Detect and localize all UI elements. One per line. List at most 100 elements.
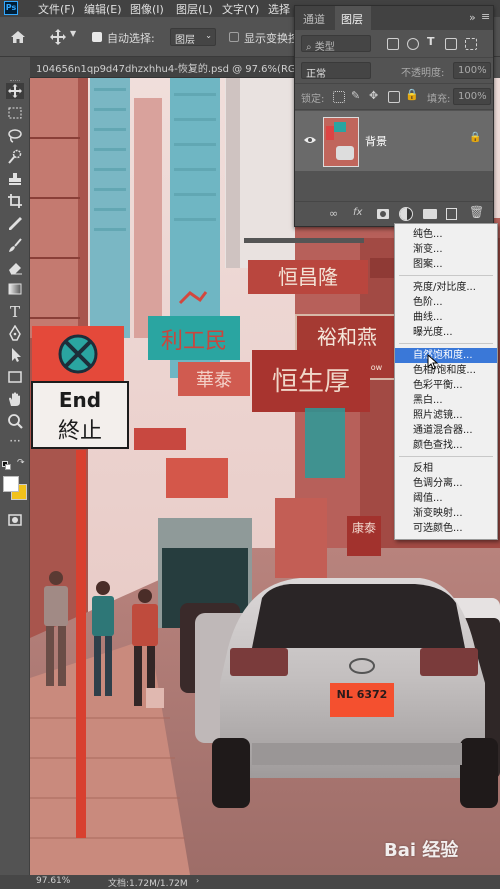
eyedropper-icon (9, 217, 22, 230)
layer-row[interactable]: 背景 🔒 (295, 111, 493, 171)
tab-layers[interactable]: 图层 (341, 11, 363, 27)
hand-icon (9, 392, 20, 406)
menu-item-gradient-map[interactable]: 渐变映射... (395, 506, 497, 521)
filter-shape-icon[interactable] (445, 38, 457, 50)
pen-tool[interactable] (6, 324, 24, 341)
pen-icon (9, 324, 21, 341)
menu-item-selective-color[interactable]: 可选颜色... (395, 521, 497, 536)
chevron-down-icon[interactable]: ▼ (70, 29, 76, 38)
menu-item-photo-filter[interactable]: 照片滤镜... (395, 408, 497, 423)
filter-adjustment-icon[interactable] (407, 38, 419, 50)
layer-name[interactable]: 背景 (365, 133, 387, 149)
swap-colors-icon[interactable]: ↷ (17, 459, 26, 468)
mask-icon[interactable] (377, 209, 389, 219)
quick-mask-tool[interactable] (6, 512, 24, 528)
fx-icon[interactable]: fx (353, 207, 362, 218)
eyedropper-tool[interactable] (6, 215, 24, 231)
menu-item-black-white[interactable]: 黑白... (395, 393, 497, 408)
opacity-value: 100% (458, 65, 487, 76)
folder-icon[interactable] (423, 209, 437, 219)
auto-select-checkbox[interactable] (92, 32, 102, 42)
filter-pixel-icon[interactable] (387, 38, 399, 50)
move-tool-icon[interactable] (50, 29, 66, 45)
fill-input[interactable]: 100% (453, 88, 491, 105)
menu-item-levels[interactable]: 色阶... (395, 295, 497, 310)
gradient-tool[interactable] (6, 281, 24, 297)
home-icon[interactable] (10, 30, 26, 44)
photoshop-logo-icon[interactable]: Ps (4, 1, 18, 15)
status-chevron-icon[interactable]: › (196, 876, 199, 885)
filter-smart-object-icon[interactable] (465, 38, 477, 50)
menu-item-invert[interactable]: 反相 (395, 461, 497, 476)
menu-layer[interactable]: 图层(L) (176, 1, 213, 17)
zoom-icon (8, 414, 23, 429)
menu-file[interactable]: 文件(F) (38, 1, 75, 17)
eye-icon[interactable] (303, 135, 317, 145)
hand-tool[interactable] (6, 391, 24, 407)
menu-item-color-balance[interactable]: 色彩平衡... (395, 378, 497, 393)
menu-item-vibrance[interactable]: 自然饱和度... (395, 348, 497, 363)
blend-mode-dropdown[interactable]: 正常 (301, 62, 371, 80)
adjustment-icon[interactable] (399, 207, 413, 221)
lock-image-icon[interactable]: ✎ (351, 89, 360, 102)
opacity-input[interactable]: 100% (453, 62, 491, 79)
menu-item-gradient[interactable]: 渐变... (395, 242, 497, 257)
menu-item-solid-color[interactable]: 纯色... (395, 227, 497, 242)
zoom-level[interactable]: 97.61% (36, 876, 70, 886)
collapse-icon[interactable]: » (469, 11, 476, 24)
link-icon[interactable]: ∞ (329, 207, 338, 220)
menu-image[interactable]: 图像(I) (130, 1, 164, 17)
default-colors-icon[interactable] (2, 461, 11, 470)
menu-item-posterize[interactable]: 色调分离... (395, 476, 497, 491)
trash-icon[interactable]: 🗑 (469, 205, 484, 219)
crop-tool[interactable] (6, 193, 24, 209)
lasso-icon (8, 129, 22, 143)
street-sign-line2: 終止 (58, 419, 102, 444)
stamp-tool[interactable] (6, 171, 24, 187)
layer-lock-icon: 🔒 (469, 132, 482, 143)
sign-b-text: 裕和燕 (317, 325, 377, 349)
type-icon: T (10, 303, 20, 321)
lock-label: 锁定: (301, 94, 325, 105)
zoom-tool[interactable] (6, 413, 24, 429)
blend-row: 正常 不透明度: 100% (295, 57, 493, 84)
watermark: Bai 经验 (384, 840, 459, 861)
menu-item-curves[interactable]: 曲线... (395, 310, 497, 325)
menu-edit[interactable]: 编辑(E) (84, 1, 122, 17)
eraser-tool[interactable] (6, 259, 24, 275)
menu-item-pattern[interactable]: 图案... (395, 257, 497, 272)
show-transform-checkbox[interactable] (229, 32, 239, 42)
foreground-color-swatch[interactable] (3, 476, 19, 492)
rectangle-tool[interactable] (6, 369, 24, 385)
quick-select-tool[interactable] (6, 149, 24, 165)
type-tool[interactable]: T (6, 303, 24, 321)
menu-item-color-lookup[interactable]: 颜色查找... (395, 438, 497, 453)
menu-item-threshold[interactable]: 阈值... (395, 491, 497, 506)
menu-select[interactable]: 选择 (268, 1, 290, 17)
lasso-tool[interactable] (6, 127, 24, 143)
new-layer-icon[interactable] (446, 208, 457, 220)
brush-tool[interactable] (6, 237, 24, 253)
sign-d-text: 華泰 (196, 370, 232, 391)
lock-transparent-icon[interactable] (333, 91, 345, 103)
tab-channels[interactable]: 通道 (303, 11, 325, 27)
lock-all-icon[interactable]: 🔒 (405, 88, 419, 101)
move-tool[interactable] (6, 83, 24, 99)
rectangle-icon (8, 371, 22, 383)
path-select-tool[interactable] (6, 347, 24, 363)
menu-item-channel-mixer[interactable]: 通道混合器... (395, 423, 497, 438)
auto-select-label: 自动选择: (107, 32, 155, 45)
filter-type-icon[interactable]: T (427, 35, 435, 48)
filter-kind-dropdown[interactable]: ⌕ 类型 (301, 35, 371, 53)
more-tools-icon[interactable]: ··· (6, 435, 24, 452)
lock-artboard-icon[interactable] (388, 91, 400, 103)
panel-menu-icon[interactable]: ≡ (481, 10, 490, 23)
menu-type[interactable]: 文字(Y) (222, 1, 259, 17)
document-tab[interactable]: 104656n1qp9d47dhzxhhu4-恢复的.psd @ 97.6%(R… (30, 57, 303, 78)
auto-select-dropdown[interactable]: 图层 ⌄ (170, 28, 216, 46)
menu-item-exposure[interactable]: 曝光度... (395, 325, 497, 340)
marquee-tool[interactable] (6, 105, 24, 121)
menu-item-brightness-contrast[interactable]: 亮度/对比度... (395, 280, 497, 295)
menu-item-hue-saturation[interactable]: 色相/饱和度... (395, 363, 497, 378)
lock-position-icon[interactable]: ✥ (369, 89, 378, 102)
